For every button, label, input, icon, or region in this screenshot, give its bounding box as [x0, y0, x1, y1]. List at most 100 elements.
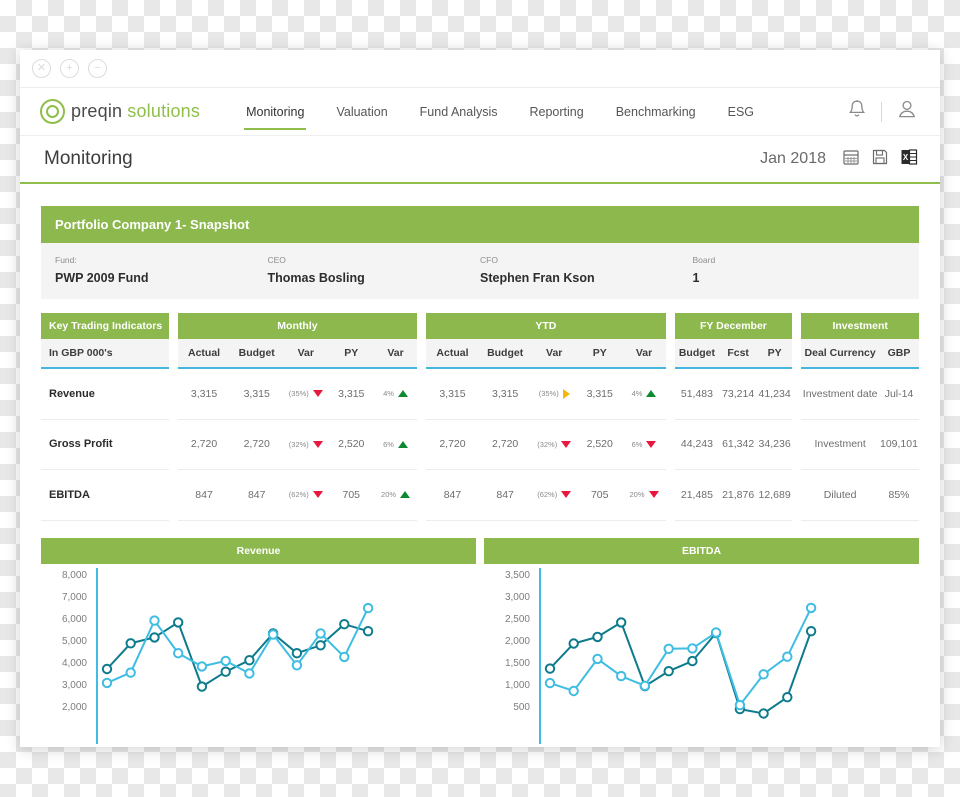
group-header: Investment [801, 313, 920, 339]
table-row[interactable]: EBITDA [41, 470, 169, 521]
y-axis-tick-label: 1,500 [505, 658, 530, 669]
brand-logo[interactable]: preqin solutions [40, 99, 200, 124]
kti-group-ytd: YTD Actual Budget Var PY Var 3,315 3,315… [426, 313, 666, 521]
var-percent: 20% [629, 490, 645, 500]
row-label: Gross Profit [49, 438, 113, 451]
y-axis-tick-label: 5,000 [62, 636, 87, 647]
table-row[interactable]: Investment 109,101 [801, 420, 920, 471]
group-subheaders: In GBP 000's [41, 339, 169, 367]
y-axis-tick-label: 3,000 [505, 592, 530, 603]
data-point [101, 677, 113, 688]
snapshot-field-fund: Fund: PWP 2009 Fund [55, 255, 268, 285]
table-row[interactable]: 3,315 3,315 (35%) 3,315 4% [426, 369, 666, 420]
data-point [339, 618, 350, 630]
table-row[interactable]: Gross Profit [41, 420, 169, 471]
subheader-py: PY [344, 347, 359, 359]
subheader-actual: Actual [436, 347, 469, 359]
table-row[interactable]: 2,720 2,720 (32%) 2,520 6% [426, 420, 666, 471]
cell-budget: 847 [496, 488, 514, 501]
cell-var-py: 4% [622, 389, 665, 398]
y-axis-tick-label: 8,000 [62, 570, 87, 581]
cell-actual: 2,720 [439, 438, 466, 451]
group-subheaders: Deal Currency GBP [801, 339, 920, 367]
group-subheaders: Budget Fcst PY [674, 339, 793, 367]
series-line-1 [106, 607, 369, 684]
field-value: 1 [692, 271, 700, 285]
user-icon[interactable] [896, 98, 918, 125]
cell-var-budget: (32%) [283, 440, 328, 449]
page-title: Monitoring [44, 148, 133, 169]
var-percent: (62%) [537, 490, 558, 500]
field-value: PWP 2009 Fund [55, 271, 149, 285]
var-percent: 4% [383, 389, 394, 399]
table-row[interactable]: 21,485 21,876 12,689 [674, 470, 793, 521]
nav-item-reporting[interactable]: Reporting [514, 88, 600, 135]
group-rows: 51,483 73,214 41,234 44,243 61,342 34,23… [674, 367, 793, 521]
row-label: Revenue [49, 387, 95, 400]
table-row[interactable]: 847 847 (62%) 705 20% [177, 470, 418, 521]
cell-py: 41,234 [758, 387, 791, 400]
calendar-icon[interactable] [842, 148, 860, 171]
trend-up-icon [646, 390, 657, 398]
table-row[interactable]: Revenue [41, 369, 169, 420]
table-row[interactable]: 847 847 (62%) 705 20% [426, 470, 666, 521]
table-row[interactable]: Diluted 85% [801, 470, 920, 521]
nav-item-esg[interactable]: ESG [712, 88, 770, 135]
cell-fcst: 73,214 [722, 387, 755, 400]
subheader-units: In GBP 000's [49, 347, 113, 359]
group-subheaders: Actual Budget Var PY Var [426, 339, 666, 367]
kti-group-investment: Investment Deal Currency GBP Investment … [801, 313, 920, 521]
excel-export-icon[interactable]: X [900, 148, 918, 171]
nav-item-fund-analysis[interactable]: Fund Analysis [404, 88, 514, 135]
var-percent: (32%) [537, 439, 558, 449]
chart-revenue[interactable]: 8,000 7,000 6,000 5,000 4,000 3,000 2,000 [41, 563, 476, 744]
trend-up-icon [400, 491, 411, 499]
data-point [149, 631, 160, 643]
data-point [315, 639, 326, 651]
maximize-icon[interactable]: + [60, 59, 79, 78]
group-rows: 3,315 3,315 (35%) 3,315 4% 2,720 2,720 (… [426, 367, 666, 521]
cell-budget: 847 [247, 488, 266, 501]
data-point [244, 667, 255, 679]
field-value: Stephen Fran Kson [480, 271, 595, 285]
cell-var-py: 20% [622, 490, 665, 499]
trend-down-icon [561, 440, 572, 448]
data-point [639, 680, 651, 691]
table-row[interactable]: 51,483 73,214 41,234 [674, 369, 793, 420]
var-percent: 4% [631, 389, 643, 399]
chart-title: Revenue [41, 537, 476, 564]
table-row[interactable]: 44,243 61,342 34,236 [674, 420, 793, 471]
cell-budget: 3,315 [492, 387, 519, 400]
cell-py: 3,315 [586, 387, 613, 400]
var-percent: (35%) [288, 389, 309, 399]
svg-text:X: X [903, 153, 909, 162]
snapshot-field-cfo: CFO Stephen Fran Kson [480, 255, 693, 285]
series-line-1 [549, 607, 812, 707]
nav-label: Reporting [529, 104, 584, 119]
save-icon[interactable] [871, 148, 889, 171]
nav-right-actions [847, 98, 918, 125]
data-point [758, 668, 769, 680]
group-subheaders: Actual Budget Var PY Var [177, 339, 418, 367]
page-header: Monitoring Jan 2018 X [20, 136, 940, 184]
data-point [734, 699, 746, 711]
y-axis-tick-label: 500 [513, 702, 530, 713]
brand-name-secondary: solutions [127, 101, 201, 121]
nav-item-benchmarking[interactable]: Benchmarking [600, 88, 712, 135]
table-row[interactable]: 2,720 2,720 (32%) 2,520 6% [177, 420, 418, 471]
data-point [149, 615, 160, 626]
nav-item-valuation[interactable]: Valuation [320, 88, 403, 135]
close-icon[interactable]: ✕ [32, 59, 51, 78]
table-row[interactable]: 3,315 3,315 (35%) 3,315 4% [177, 369, 418, 420]
cell-budget: 21,485 [680, 488, 713, 501]
chart-panel-ebitda: EBITDA 3,500 3,000 2,500 2,000 1,500 1,000 500 [484, 537, 919, 744]
chart-ebitda[interactable]: 3,500 3,000 2,500 2,000 1,500 1,000 500 [484, 563, 919, 744]
group-header: YTD [426, 313, 666, 339]
nav-item-monitoring[interactable]: Monitoring [230, 88, 320, 135]
var-percent: (35%) [538, 389, 559, 399]
cell-investment-label: Diluted [823, 488, 857, 501]
minimize-icon[interactable]: − [88, 59, 107, 78]
bell-icon[interactable] [847, 98, 867, 125]
table-row[interactable]: Investment date Jul-14 [801, 369, 920, 420]
var-percent: 6% [631, 439, 643, 449]
